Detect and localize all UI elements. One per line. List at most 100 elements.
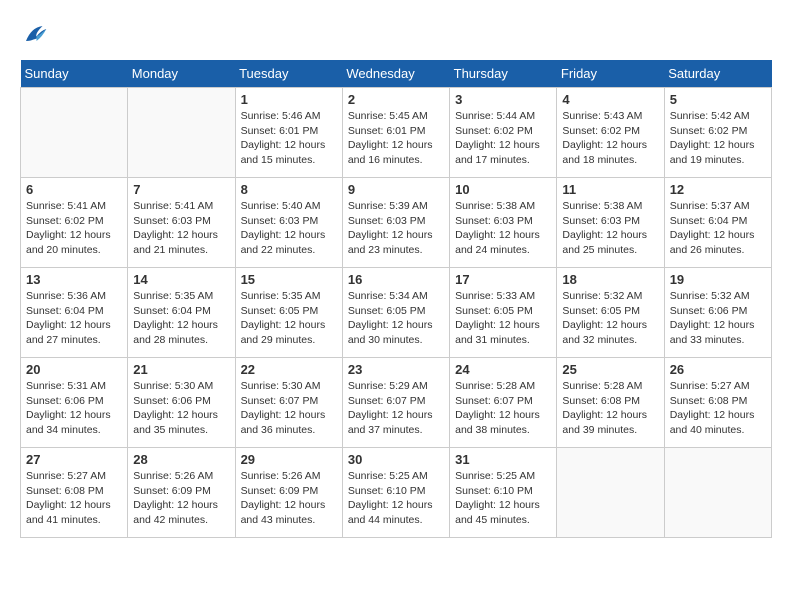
calendar-day-28: 28 Sunrise: 5:26 AM Sunset: 6:09 PM Dayli…	[128, 448, 235, 538]
logo-bird-icon	[20, 20, 50, 50]
calendar-day-4: 4 Sunrise: 5:43 AM Sunset: 6:02 PM Daylig…	[557, 88, 664, 178]
calendar-day-16: 16Sunrise: 5:34 AM Sunset: 6:05 PM Dayli…	[342, 268, 449, 358]
day-number: 31	[455, 452, 551, 467]
day-number: 12	[670, 182, 766, 197]
calendar-day-20: 20 Sunrise: 5:31 AM Sunset: 6:06 PM Dayli…	[21, 358, 128, 448]
calendar-day-24: 24Sunrise: 5:28 AM Sunset: 6:07 PM Dayli…	[450, 358, 557, 448]
day-number: 6	[26, 182, 122, 197]
day-info: Sunrise: 5:40 AM Sunset: 6:03 PM Dayligh…	[241, 199, 337, 258]
weekday-header-thursday: Thursday	[450, 60, 557, 88]
calendar-empty-cell	[557, 448, 664, 538]
calendar-day-3: 3Sunrise: 5:44 AM Sunset: 6:02 PM Daylig…	[450, 88, 557, 178]
day-info: Sunrise: 5:41 AM Sunset: 6:02 PM Dayligh…	[26, 199, 122, 258]
day-number: 20	[26, 362, 122, 377]
calendar-day-25: 25Sunrise: 5:28 AM Sunset: 6:08 PM Dayli…	[557, 358, 664, 448]
calendar-day-6: 6 Sunrise: 5:41 AM Sunset: 6:02 PM Daylig…	[21, 178, 128, 268]
day-number: 14	[133, 272, 229, 287]
day-info: Sunrise: 5:30 AM Sunset: 6:07 PM Dayligh…	[241, 379, 337, 438]
day-number: 4	[562, 92, 658, 107]
calendar-day-8: 8 Sunrise: 5:40 AM Sunset: 6:03 PM Daylig…	[235, 178, 342, 268]
calendar-day-31: 31 Sunrise: 5:25 AM Sunset: 6:10 PM Dayli…	[450, 448, 557, 538]
day-number: 10	[455, 182, 551, 197]
day-info: Sunrise: 5:46 AM Sunset: 6:01 PM Dayligh…	[241, 109, 337, 168]
day-number: 21	[133, 362, 229, 377]
calendar-day-26: 26 Sunrise: 5:27 AM Sunset: 6:08 PM Dayli…	[664, 358, 771, 448]
day-number: 19	[670, 272, 766, 287]
day-info: Sunrise: 5:26 AM Sunset: 6:09 PM Dayligh…	[133, 469, 229, 528]
day-info: Sunrise: 5:25 AM Sunset: 6:10 PM Dayligh…	[455, 469, 551, 528]
day-info: Sunrise: 5:43 AM Sunset: 6:02 PM Dayligh…	[562, 109, 658, 168]
calendar-day-22: 22 Sunrise: 5:30 AM Sunset: 6:07 PM Dayli…	[235, 358, 342, 448]
calendar-day-11: 11 Sunrise: 5:38 AM Sunset: 6:03 PM Dayli…	[557, 178, 664, 268]
day-info: Sunrise: 5:45 AM Sunset: 6:01 PM Dayligh…	[348, 109, 444, 168]
day-number: 13	[26, 272, 122, 287]
day-number: 9	[348, 182, 444, 197]
weekday-header-sunday: Sunday	[21, 60, 128, 88]
day-number: 27	[26, 452, 122, 467]
day-info: Sunrise: 5:27 AM Sunset: 6:08 PM Dayligh…	[670, 379, 766, 438]
day-number: 18	[562, 272, 658, 287]
calendar-day-5: 5 Sunrise: 5:42 AM Sunset: 6:02 PM Daylig…	[664, 88, 771, 178]
day-number: 15	[241, 272, 337, 287]
weekday-header-wednesday: Wednesday	[342, 60, 449, 88]
day-info: Sunrise: 5:32 AM Sunset: 6:05 PM Dayligh…	[562, 289, 658, 348]
calendar-empty-cell	[664, 448, 771, 538]
day-number: 7	[133, 182, 229, 197]
day-info: Sunrise: 5:35 AM Sunset: 6:05 PM Dayligh…	[241, 289, 337, 348]
day-number: 2	[348, 92, 444, 107]
day-number: 11	[562, 182, 658, 197]
calendar-week-row: 27 Sunrise: 5:27 AM Sunset: 6:08 PM Dayli…	[21, 448, 772, 538]
calendar-day-19: 19 Sunrise: 5:32 AM Sunset: 6:06 PM Dayli…	[664, 268, 771, 358]
calendar-day-2: 2 Sunrise: 5:45 AM Sunset: 6:01 PM Daylig…	[342, 88, 449, 178]
day-info: Sunrise: 5:29 AM Sunset: 6:07 PM Dayligh…	[348, 379, 444, 438]
day-info: Sunrise: 5:25 AM Sunset: 6:10 PM Dayligh…	[348, 469, 444, 528]
calendar-day-18: 18 Sunrise: 5:32 AM Sunset: 6:05 PM Dayli…	[557, 268, 664, 358]
calendar-day-13: 13 Sunrise: 5:36 AM Sunset: 6:04 PM Dayli…	[21, 268, 128, 358]
logo	[20, 20, 54, 50]
calendar-day-27: 27 Sunrise: 5:27 AM Sunset: 6:08 PM Dayli…	[21, 448, 128, 538]
day-info: Sunrise: 5:33 AM Sunset: 6:05 PM Dayligh…	[455, 289, 551, 348]
calendar-day-10: 10 Sunrise: 5:38 AM Sunset: 6:03 PM Dayli…	[450, 178, 557, 268]
day-number: 8	[241, 182, 337, 197]
day-info: Sunrise: 5:28 AM Sunset: 6:08 PM Dayligh…	[562, 379, 658, 438]
calendar-day-21: 21 Sunrise: 5:30 AM Sunset: 6:06 PM Dayli…	[128, 358, 235, 448]
calendar-day-23: 23 Sunrise: 5:29 AM Sunset: 6:07 PM Dayli…	[342, 358, 449, 448]
calendar-week-row: 13 Sunrise: 5:36 AM Sunset: 6:04 PM Dayli…	[21, 268, 772, 358]
calendar-week-row: 1Sunrise: 5:46 AM Sunset: 6:01 PM Daylig…	[21, 88, 772, 178]
day-number: 16	[348, 272, 444, 287]
weekday-header-friday: Friday	[557, 60, 664, 88]
day-number: 26	[670, 362, 766, 377]
day-number: 5	[670, 92, 766, 107]
day-number: 17	[455, 272, 551, 287]
day-info: Sunrise: 5:42 AM Sunset: 6:02 PM Dayligh…	[670, 109, 766, 168]
day-info: Sunrise: 5:27 AM Sunset: 6:08 PM Dayligh…	[26, 469, 122, 528]
calendar-week-row: 6 Sunrise: 5:41 AM Sunset: 6:02 PM Daylig…	[21, 178, 772, 268]
day-info: Sunrise: 5:26 AM Sunset: 6:09 PM Dayligh…	[241, 469, 337, 528]
day-info: Sunrise: 5:31 AM Sunset: 6:06 PM Dayligh…	[26, 379, 122, 438]
page-header	[20, 20, 772, 50]
day-number: 24	[455, 362, 551, 377]
day-number: 28	[133, 452, 229, 467]
weekday-header-tuesday: Tuesday	[235, 60, 342, 88]
day-info: Sunrise: 5:38 AM Sunset: 6:03 PM Dayligh…	[562, 199, 658, 258]
weekday-header-saturday: Saturday	[664, 60, 771, 88]
day-info: Sunrise: 5:36 AM Sunset: 6:04 PM Dayligh…	[26, 289, 122, 348]
day-info: Sunrise: 5:38 AM Sunset: 6:03 PM Dayligh…	[455, 199, 551, 258]
calendar-day-1: 1Sunrise: 5:46 AM Sunset: 6:01 PM Daylig…	[235, 88, 342, 178]
calendar-day-29: 29Sunrise: 5:26 AM Sunset: 6:09 PM Dayli…	[235, 448, 342, 538]
day-number: 23	[348, 362, 444, 377]
day-info: Sunrise: 5:30 AM Sunset: 6:06 PM Dayligh…	[133, 379, 229, 438]
calendar-day-17: 17 Sunrise: 5:33 AM Sunset: 6:05 PM Dayli…	[450, 268, 557, 358]
calendar-day-12: 12Sunrise: 5:37 AM Sunset: 6:04 PM Dayli…	[664, 178, 771, 268]
calendar-week-row: 20 Sunrise: 5:31 AM Sunset: 6:06 PM Dayli…	[21, 358, 772, 448]
day-info: Sunrise: 5:41 AM Sunset: 6:03 PM Dayligh…	[133, 199, 229, 258]
calendar-day-7: 7 Sunrise: 5:41 AM Sunset: 6:03 PM Daylig…	[128, 178, 235, 268]
calendar-day-14: 14Sunrise: 5:35 AM Sunset: 6:04 PM Dayli…	[128, 268, 235, 358]
weekday-header-row: SundayMondayTuesdayWednesdayThursdayFrid…	[21, 60, 772, 88]
day-number: 22	[241, 362, 337, 377]
calendar-day-9: 9Sunrise: 5:39 AM Sunset: 6:03 PM Daylig…	[342, 178, 449, 268]
day-number: 30	[348, 452, 444, 467]
day-info: Sunrise: 5:32 AM Sunset: 6:06 PM Dayligh…	[670, 289, 766, 348]
day-info: Sunrise: 5:44 AM Sunset: 6:02 PM Dayligh…	[455, 109, 551, 168]
calendar-day-15: 15 Sunrise: 5:35 AM Sunset: 6:05 PM Dayli…	[235, 268, 342, 358]
